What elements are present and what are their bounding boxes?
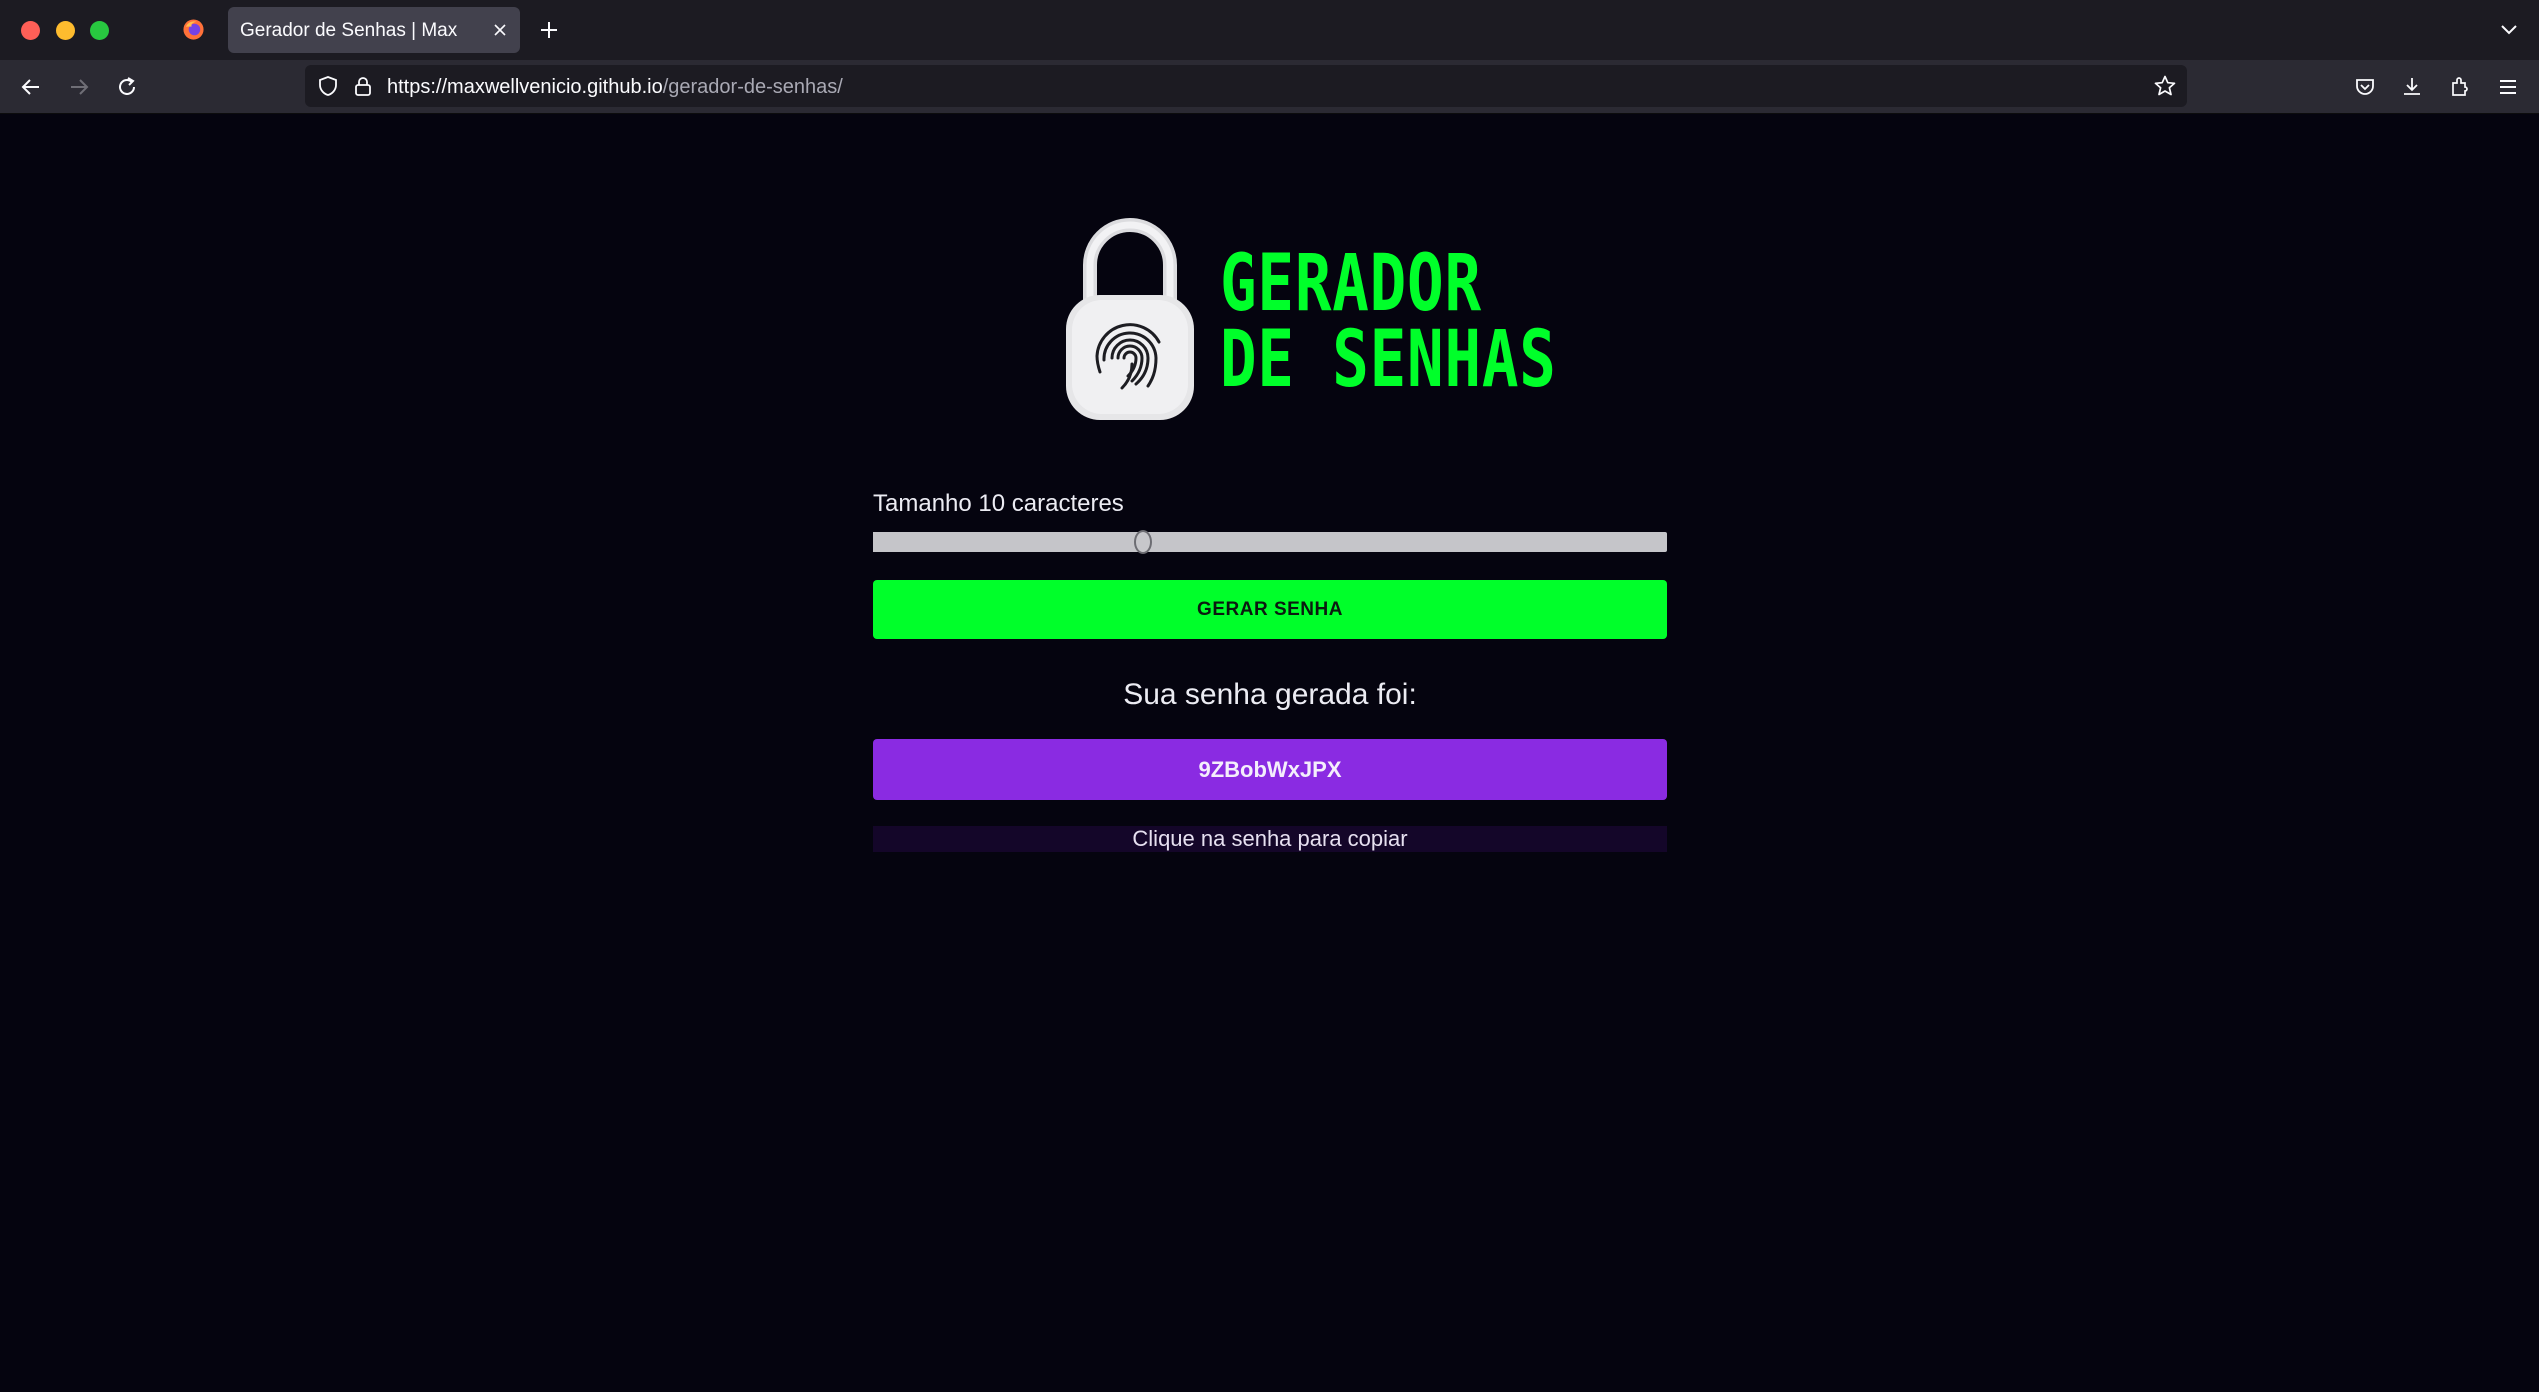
download-icon[interactable]	[2400, 75, 2424, 99]
forward-arrow-icon[interactable]	[67, 75, 91, 99]
firefox-icon[interactable]	[182, 18, 205, 41]
back-arrow-icon[interactable]	[19, 75, 43, 99]
extensions-icon[interactable]	[2448, 75, 2472, 99]
padlock-fingerprint-icon	[1066, 218, 1194, 420]
bookmark-star-icon[interactable]	[2153, 74, 2177, 98]
browser-tab-bar: Gerador de Senhas | Max	[0, 0, 2539, 60]
tab-active[interactable]: Gerador de Senhas | Max	[228, 7, 520, 53]
window-close-button[interactable]	[21, 21, 40, 40]
page-content: GERADOR DE SENHAS Tamanho 10 caracteres …	[0, 115, 2539, 1392]
browser-nav-bar: https://maxwellvenicio.github.io/gerador…	[0, 60, 2539, 114]
url-path: /gerador-de-senhas/	[662, 76, 843, 98]
logo-line-2: DE SENHAS	[1220, 315, 1557, 405]
logo-title: GERADOR DE SENHAS	[1220, 239, 1557, 405]
lock-icon[interactable]	[353, 75, 373, 97]
new-tab-icon[interactable]	[538, 19, 560, 41]
hamburger-menu-icon[interactable]	[2496, 75, 2520, 99]
url-text[interactable]: https://maxwellvenicio.github.io/gerador…	[387, 76, 843, 99]
reload-icon[interactable]	[115, 75, 139, 99]
logo: GERADOR DE SENHAS	[1060, 210, 1556, 425]
close-tab-icon[interactable]	[492, 22, 508, 38]
logo-line-1: GERADOR	[1220, 239, 1482, 329]
shield-icon[interactable]	[317, 75, 339, 97]
password-length-slider[interactable]	[873, 530, 1667, 554]
url-host: https://maxwellvenicio.github.io	[387, 76, 663, 98]
pocket-icon[interactable]	[2353, 75, 2377, 99]
result-label: Sua senha gerada foi:	[1123, 678, 1417, 711]
generated-password[interactable]: 9ZBobWxJPX	[873, 739, 1667, 800]
password-length-label: Tamanho 10 caracteres	[873, 490, 1124, 517]
slider-thumb[interactable]	[1133, 530, 1152, 554]
slider-track-fill	[873, 532, 1143, 552]
address-bar[interactable]: https://maxwellvenicio.github.io/gerador…	[305, 65, 2187, 107]
generate-password-button[interactable]: GERAR SENHA	[873, 580, 1667, 639]
tab-title: Gerador de Senhas | Max	[240, 20, 458, 41]
window-minimize-button[interactable]	[56, 21, 75, 40]
window-maximize-button[interactable]	[90, 21, 109, 40]
copy-hint: Clique na senha para copiar	[873, 826, 1667, 852]
chevron-down-icon[interactable]	[2499, 22, 2519, 38]
